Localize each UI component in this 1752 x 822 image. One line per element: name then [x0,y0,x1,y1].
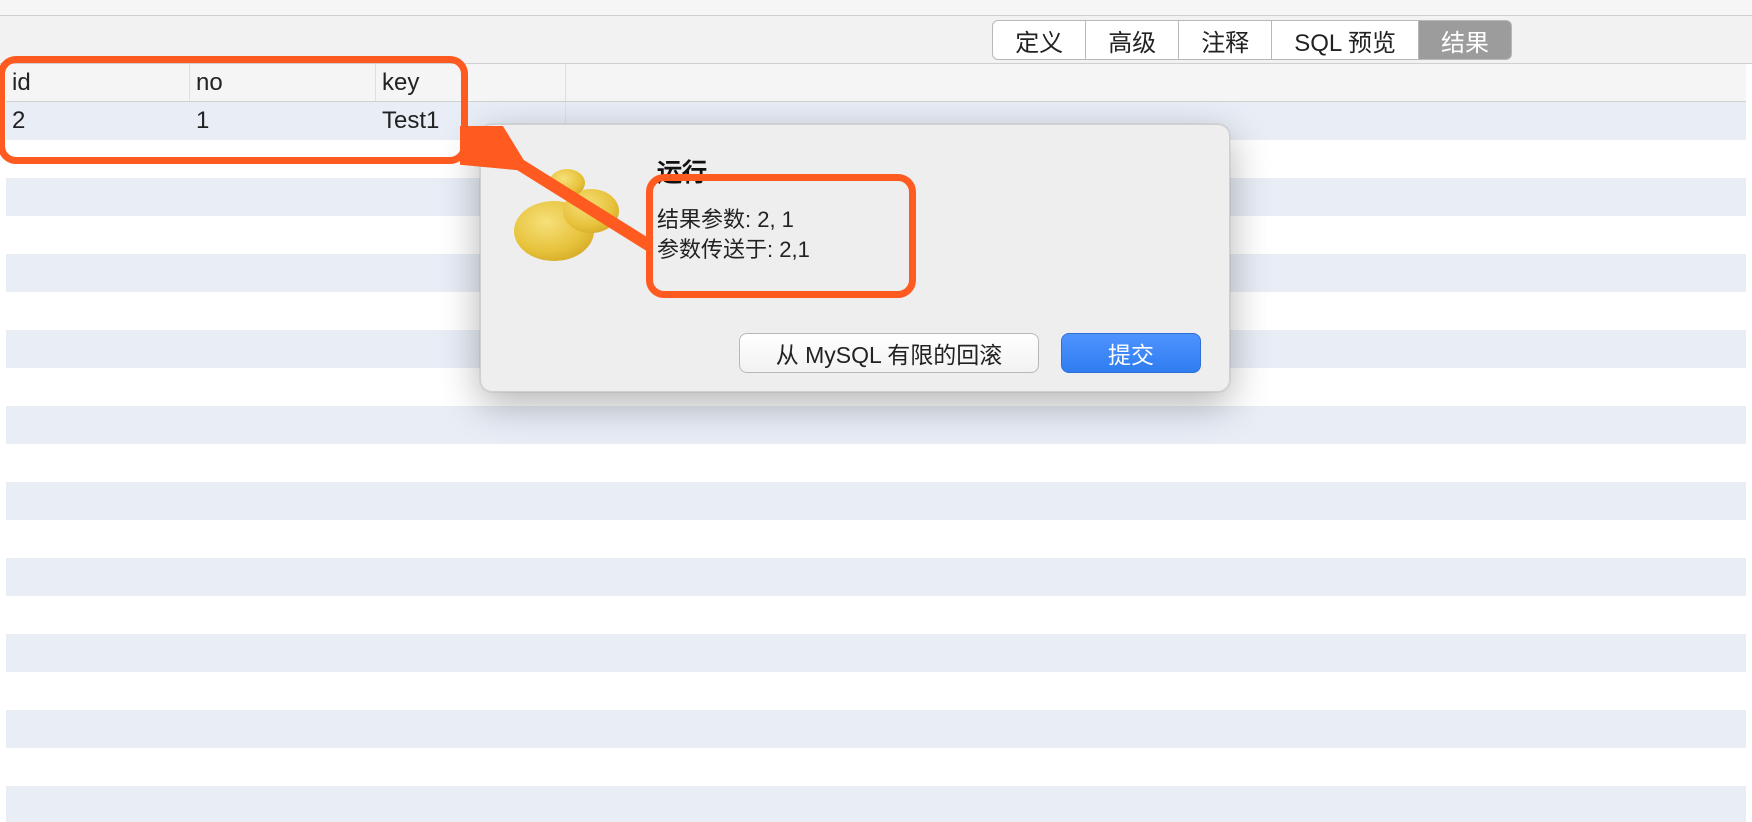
column-header-key[interactable]: key [376,64,566,101]
submit-button[interactable]: 提交 [1061,333,1201,373]
dialog-text: 运行 结果参数: 2, 1 参数传送于: 2,1 [657,153,810,273]
tab-definition[interactable]: 定义 [992,20,1086,60]
tab-advanced[interactable]: 高级 [1086,20,1179,60]
tab-group: 定义 高级 注释 SQL 预览 结果 [992,20,1512,59]
result-grid-area: id no key 2 1 Test1 [0,64,1752,822]
tab-comment[interactable]: 注释 [1179,20,1272,60]
dialog-line-params-sent: 参数传送于: 2,1 [657,235,810,265]
tabs-row: 定义 高级 注释 SQL 预览 结果 [0,16,1752,64]
dialog-buttons: 从 MySQL 有限的回滚 提交 [739,333,1201,373]
column-header-id[interactable]: id [6,64,190,101]
table-header-row: id no key [6,64,1746,102]
rollback-button[interactable]: 从 MySQL 有限的回滚 [739,333,1039,373]
run-dialog: 运行 结果参数: 2, 1 参数传送于: 2,1 从 MySQL 有限的回滚 提… [480,124,1230,392]
navicat-icon [509,153,629,273]
tab-result[interactable]: 结果 [1419,20,1512,60]
dialog-title: 运行 [657,153,810,189]
tab-sql-preview[interactable]: SQL 预览 [1272,20,1419,60]
cell-no[interactable]: 1 [190,102,376,140]
toolbar-top-strip [0,0,1752,16]
column-header-no[interactable]: no [190,64,376,101]
cell-id[interactable]: 2 [6,102,190,140]
dialog-line-result-params: 结果参数: 2, 1 [657,205,810,235]
